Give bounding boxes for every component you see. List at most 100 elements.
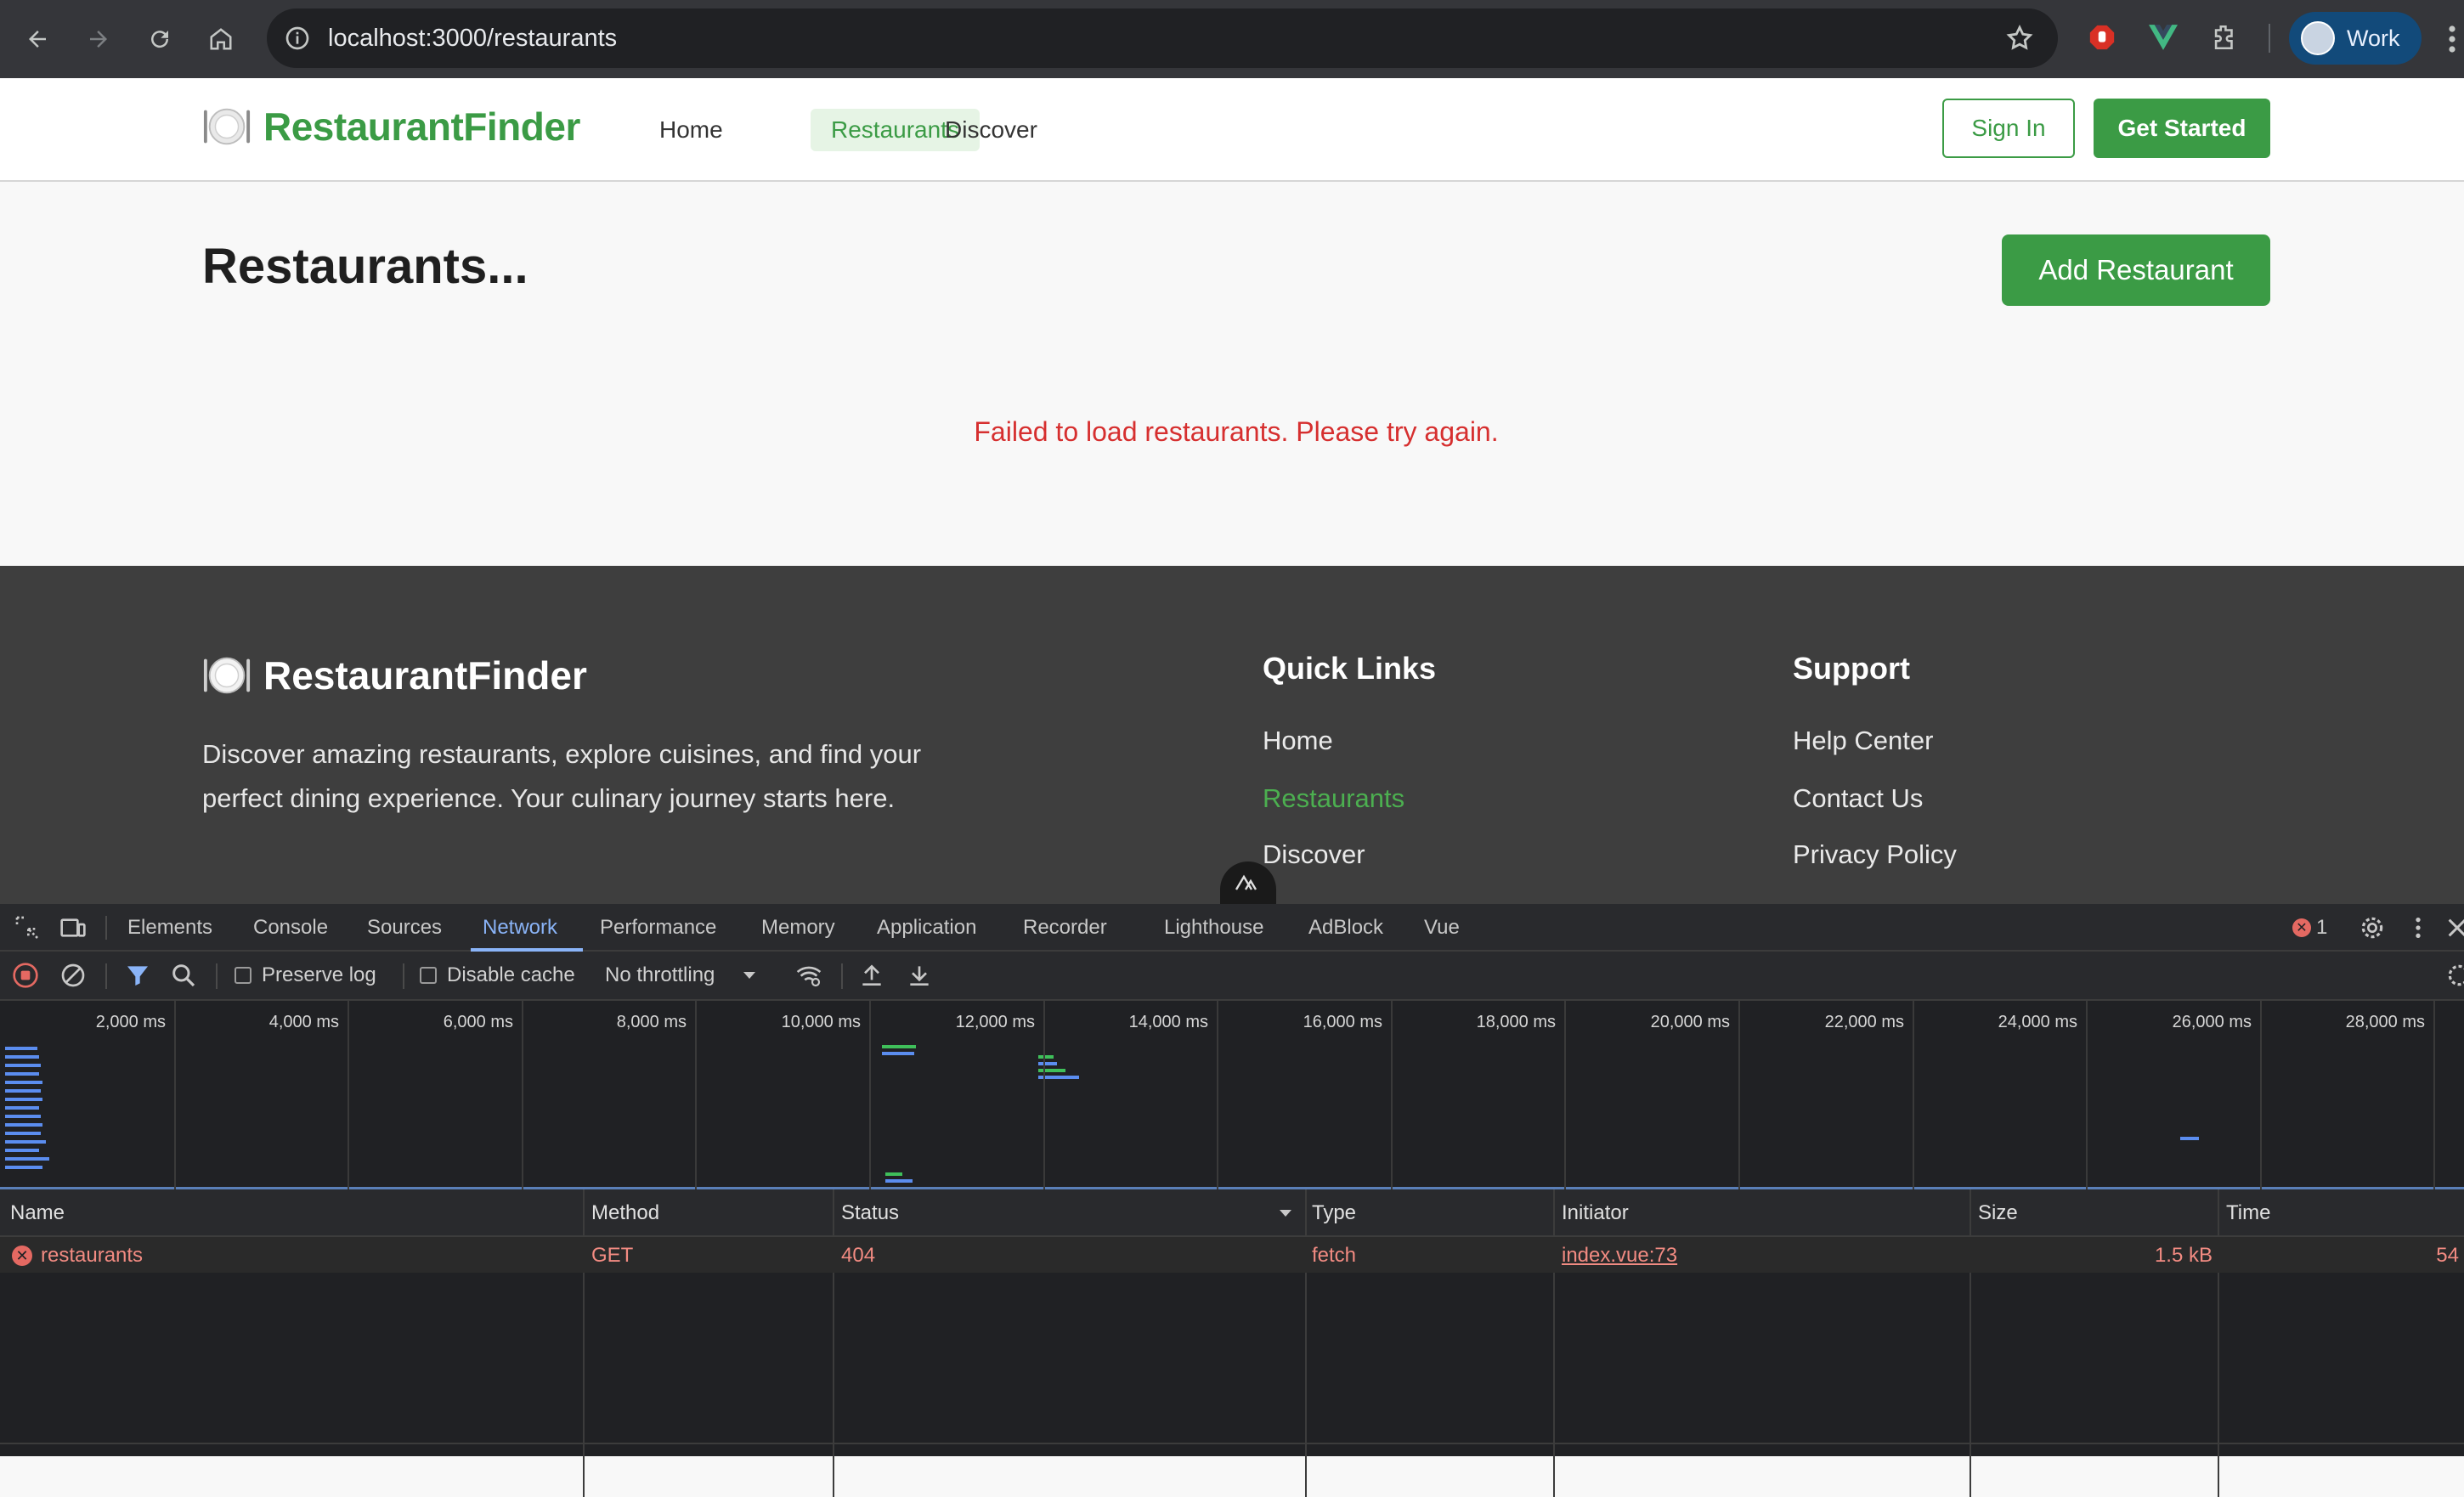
network-overview-timeline[interactable]: 2,000 ms 4,000 ms 6,000 ms 8,000 ms 10,000 m… <box>0 1001 2464 1189</box>
footer-link-contact-us[interactable]: Contact Us <box>1793 783 1923 814</box>
close-icon[interactable] <box>2444 914 2464 941</box>
site-logo[interactable]: RestaurantFinder <box>202 102 580 151</box>
extensions-puzzle-icon[interactable] <box>2207 20 2241 54</box>
arrow-left-icon <box>29 31 46 48</box>
home-button[interactable] <box>202 20 240 58</box>
tab-adblock[interactable]: AdBlock <box>1308 916 1383 940</box>
timeline-bar <box>5 1098 42 1101</box>
device-toolbar-icon[interactable] <box>59 914 87 941</box>
clear-icon[interactable] <box>59 962 87 989</box>
tab-elements[interactable]: Elements <box>127 916 212 940</box>
tab-performance[interactable]: Performance <box>600 916 716 940</box>
error-message: Failed to load restaurants. Please try a… <box>0 416 2464 448</box>
search-icon[interactable] <box>170 962 197 989</box>
address-bar[interactable]: localhost:3000/restaurants <box>267 8 2058 68</box>
column-name[interactable]: Name <box>10 1201 65 1225</box>
column-divider[interactable] <box>583 1189 585 1497</box>
sort-desc-icon[interactable] <box>1278 1208 1293 1218</box>
request-initiator-link[interactable]: index.vue:73 <box>1562 1244 1677 1268</box>
timeline-bar <box>5 1055 39 1059</box>
tab-console[interactable]: Console <box>253 916 328 940</box>
vue-devtools-extension-icon[interactable] <box>2146 20 2180 54</box>
timeline-bar <box>5 1106 39 1110</box>
network-conditions-icon[interactable] <box>795 962 822 989</box>
nuxt-icon <box>1235 874 1257 890</box>
upload-icon[interactable] <box>858 962 885 989</box>
nav-home[interactable]: Home <box>639 109 743 151</box>
timeline-bar <box>5 1140 46 1144</box>
add-restaurant-button[interactable]: Add Restaurant <box>2002 234 2270 306</box>
tab-recorder[interactable]: Recorder <box>1023 916 1107 940</box>
table-row[interactable]: ✕ restaurants GET 404 fetch index.vue:73… <box>0 1237 2464 1273</box>
tab-divider <box>105 916 107 940</box>
timeline-gridline <box>2433 1001 2435 1189</box>
column-time[interactable]: Time <box>2226 1201 2270 1225</box>
timeline-bar <box>882 1045 916 1048</box>
footer-link-help-center[interactable]: Help Center <box>1793 726 1933 756</box>
browser-menu-icon[interactable] <box>2447 24 2457 54</box>
adblock-extension-icon[interactable] <box>2085 20 2119 54</box>
quick-links-heading: Quick Links <box>1263 651 1437 686</box>
column-type[interactable]: Type <box>1312 1201 1356 1225</box>
column-divider[interactable] <box>1305 1189 1307 1497</box>
site-info-icon[interactable] <box>284 25 311 52</box>
disable-cache-checkbox[interactable]: Disable cache <box>420 963 575 987</box>
site-header: RestaurantFinder Home Restaurants Discov… <box>0 78 2464 182</box>
download-icon[interactable] <box>906 962 933 989</box>
settings-gear-icon[interactable] <box>2359 914 2386 941</box>
toolbar-divider <box>216 963 218 989</box>
checkbox-box[interactable] <box>420 967 437 984</box>
timeline-gridline <box>348 1001 349 1189</box>
column-status[interactable]: Status <box>841 1201 899 1225</box>
column-divider[interactable] <box>2218 1189 2219 1497</box>
filter-icon[interactable] <box>124 962 151 989</box>
timeline-tick-label: 28,000 ms <box>2345 1013 2425 1031</box>
request-name[interactable]: restaurants <box>41 1244 143 1268</box>
footer-link-home[interactable]: Home <box>1263 726 1333 756</box>
forward-button[interactable] <box>80 20 117 58</box>
footer-link-restaurants[interactable]: Restaurants <box>1263 783 1404 814</box>
timeline-gridline <box>522 1001 523 1189</box>
timeline-tick-label: 24,000 ms <box>1998 1013 2077 1031</box>
footer-link-privacy-policy[interactable]: Privacy Policy <box>1793 839 1957 870</box>
column-divider[interactable] <box>1553 1189 1555 1497</box>
timeline-gridline <box>2260 1001 2262 1189</box>
plate-cutlery-icon <box>203 108 251 145</box>
record-stop-icon[interactable] <box>12 962 39 989</box>
tab-vue[interactable]: Vue <box>1424 916 1460 940</box>
column-method[interactable]: Method <box>591 1201 659 1225</box>
footer-link-discover[interactable]: Discover <box>1263 839 1365 870</box>
timeline-gridline <box>1564 1001 1566 1189</box>
tab-application[interactable]: Application <box>877 916 976 940</box>
tab-memory[interactable]: Memory <box>761 916 835 940</box>
column-divider[interactable] <box>1970 1189 1971 1497</box>
network-toolbar: Preserve log Disable cache No throttling <box>0 952 2464 1001</box>
preserve-log-checkbox[interactable]: Preserve log <box>235 963 376 987</box>
url-text[interactable]: localhost:3000/restaurants <box>328 25 617 53</box>
column-initiator[interactable]: Initiator <box>1562 1201 1629 1225</box>
tab-network[interactable]: Network <box>483 916 557 940</box>
tab-sources[interactable]: Sources <box>367 916 442 940</box>
error-counter[interactable]: ✕ 1 <box>2292 916 2327 940</box>
network-settings-icon[interactable] <box>2445 962 2464 989</box>
column-divider[interactable] <box>833 1189 834 1497</box>
throttling-select[interactable]: No throttling <box>605 963 759 987</box>
get-started-button[interactable]: Get Started <box>2094 99 2270 158</box>
back-button[interactable] <box>19 20 56 58</box>
timeline-tick-label: 22,000 ms <box>1824 1013 1904 1031</box>
reload-button[interactable] <box>141 20 178 58</box>
browser-toolbar: localhost:3000/restaurants Work <box>0 0 2464 78</box>
profile-button[interactable]: Work <box>2289 12 2422 65</box>
timeline-bar <box>1038 1062 1057 1065</box>
timeline-gridline <box>1391 1001 1393 1189</box>
column-size[interactable]: Size <box>1978 1201 2018 1225</box>
nav-discover[interactable]: Discover <box>924 109 1058 151</box>
inspect-element-icon[interactable] <box>14 914 41 941</box>
bookmark-star-icon[interactable] <box>2005 24 2034 53</box>
timeline-tick-label: 4,000 ms <box>268 1013 339 1031</box>
disable-cache-label: Disable cache <box>447 963 575 986</box>
tab-lighthouse[interactable]: Lighthouse <box>1164 916 1263 940</box>
devtools-menu-icon[interactable] <box>2405 914 2432 941</box>
checkbox-box[interactable] <box>235 967 251 984</box>
sign-in-button[interactable]: Sign In <box>1942 99 2075 158</box>
